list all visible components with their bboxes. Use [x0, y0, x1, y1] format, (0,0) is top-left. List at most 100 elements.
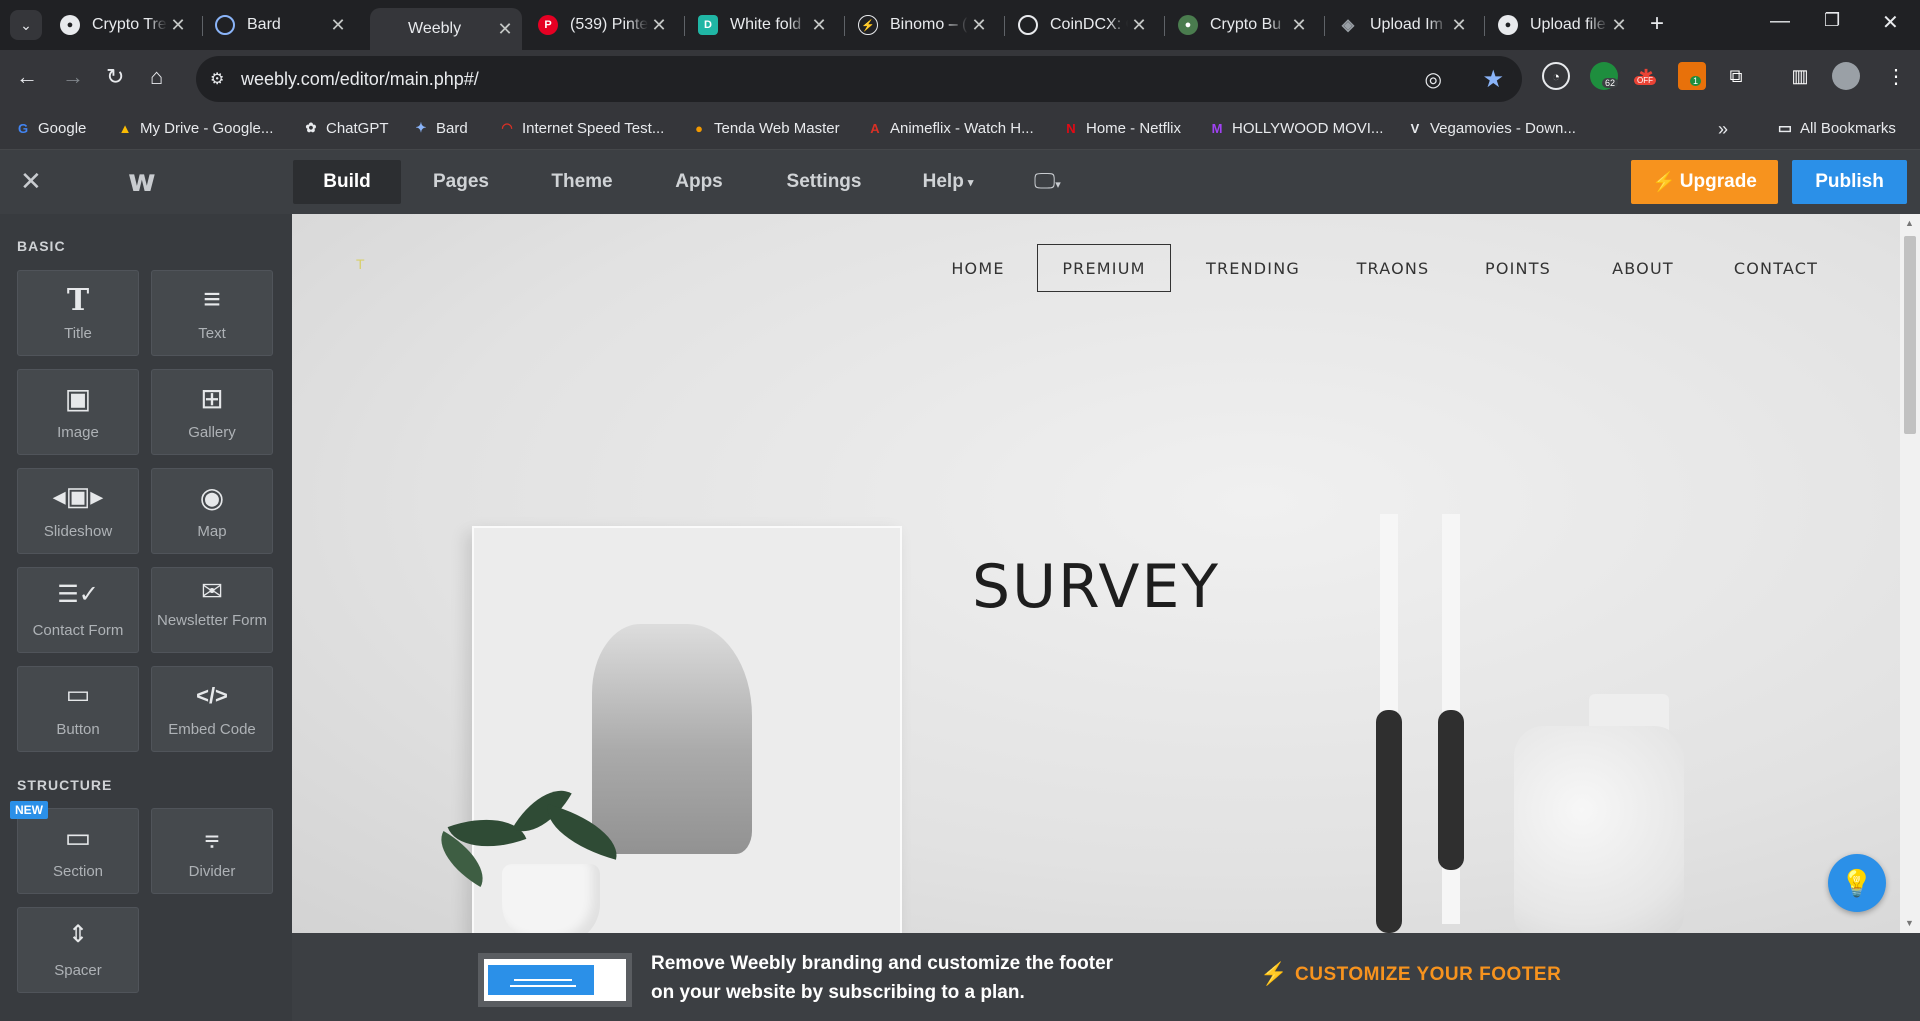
element-image[interactable]: ▣ Image: [17, 369, 139, 455]
divider-icon: ⩦: [204, 821, 220, 851]
site-nav-trending[interactable]: TRENDING: [1186, 244, 1320, 292]
element-gallery[interactable]: ⊞ Gallery: [151, 369, 273, 455]
canvas-scrollbar[interactable]: ▲ ▼: [1900, 214, 1920, 933]
element-title[interactable]: T Title: [17, 270, 139, 356]
element-newsletter-form[interactable]: ✉ Newsletter Form: [151, 567, 273, 653]
bookmark-star-icon[interactable]: ★: [1482, 65, 1504, 94]
tab-build[interactable]: Build: [293, 160, 401, 204]
bookmark-tenda[interactable]: ● Tenda Web Master: [690, 119, 840, 137]
site-nav-home[interactable]: HOME: [928, 244, 1028, 292]
vase: [1514, 726, 1684, 933]
close-icon[interactable]: ✕: [968, 15, 990, 36]
tab-coindcx[interactable]: CoinDCX: C ✕: [1008, 8, 1156, 42]
tab-theme[interactable]: Theme: [530, 160, 634, 204]
all-bookmarks[interactable]: ▭ All Bookmarks: [1776, 119, 1896, 138]
forward-button[interactable]: →: [62, 64, 84, 90]
bookmark-chatgpt[interactable]: ✿ ChatGPT: [302, 119, 389, 137]
tab-white-folder[interactable]: D White fold ✕: [688, 8, 836, 42]
close-editor-button[interactable]: ✕: [20, 166, 42, 197]
extension-icon[interactable]: 62: [1590, 62, 1619, 90]
element-contact-form[interactable]: ☰✓ Contact Form: [17, 567, 139, 653]
element-slideshow[interactable]: ◂▣▸ Slideshow: [17, 468, 139, 554]
gallery-icon: ⊞: [200, 383, 224, 414]
element-divider[interactable]: ⩦ Divider: [151, 808, 273, 894]
bookmark-netflix[interactable]: N Home - Netflix: [1062, 119, 1181, 137]
home-button[interactable]: ⌂: [150, 64, 163, 90]
close-icon[interactable]: ✕: [327, 15, 349, 36]
customize-footer-link[interactable]: CUSTOMIZE YOUR FOOTER: [1295, 964, 1561, 986]
close-icon[interactable]: ✕: [1128, 15, 1150, 36]
bookmark-vegamovies[interactable]: V Vegamovies - Down...: [1406, 119, 1576, 137]
puzzle-icon[interactable]: ⧉: [1722, 62, 1750, 90]
restore-button[interactable]: ❐: [1824, 10, 1840, 31]
url-text[interactable]: weebly.com/editor/main.php#/: [241, 69, 479, 90]
back-button[interactable]: ←: [16, 64, 38, 90]
tab-crypto-tre[interactable]: ● Crypto Tre ✕: [50, 8, 195, 42]
bookmark-animeflix[interactable]: A Animeflix - Watch H...: [866, 119, 1033, 137]
extension-icon[interactable]: 1: [1678, 62, 1706, 90]
tab-upload-file[interactable]: ● Upload file ✕: [1488, 8, 1636, 42]
upgrade-button[interactable]: ⚡ Upgrade: [1631, 160, 1778, 204]
element-button[interactable]: ▭ Button: [17, 666, 139, 752]
hero-title[interactable]: SURVEY: [292, 552, 1900, 622]
tips-button[interactable]: 💡: [1828, 854, 1886, 912]
element-text[interactable]: ≡ Text: [151, 270, 273, 356]
close-icon[interactable]: ✕: [494, 19, 516, 40]
home-icon: ⌂: [150, 64, 164, 89]
caret-down-icon: ▾: [1055, 179, 1061, 191]
site-nav-contact[interactable]: CONTACT: [1712, 244, 1840, 292]
site-info-icon[interactable]: ⚙: [210, 69, 224, 89]
site-nav-points[interactable]: POINTS: [1466, 244, 1570, 292]
menu-icon[interactable]: ⋮: [1882, 62, 1910, 90]
tab-binomo[interactable]: ⚡ Binomo – ( ✕: [848, 8, 996, 42]
tab-bard[interactable]: Bard ✕: [205, 8, 355, 42]
element-embed-code[interactable]: </> Embed Code: [151, 666, 273, 752]
tab-search-button[interactable]: ⌄: [10, 10, 42, 40]
tab-pinterest[interactable]: P (539) Pinte ✕: [528, 8, 676, 42]
close-window-button[interactable]: ✕: [1882, 10, 1899, 35]
element-map[interactable]: ◉ Map: [151, 468, 273, 554]
newsletter-icon: ✉: [201, 576, 223, 606]
device-preview-button[interactable]: 🖵▾: [1034, 168, 1061, 194]
bookmark-drive[interactable]: ▲ My Drive - Google...: [116, 119, 274, 137]
tab-weebly[interactable]: Weebly ✕: [370, 8, 522, 50]
speed-extension-icon[interactable]: ◔: [1542, 62, 1570, 90]
tab-settings[interactable]: Settings: [770, 160, 878, 204]
tab-help[interactable]: Help ▾: [908, 160, 988, 204]
tab-upload-im[interactable]: ◈ Upload Im ✕: [1328, 8, 1476, 42]
minimize-button[interactable]: —: [1770, 10, 1790, 33]
reload-button[interactable]: ↻: [106, 64, 124, 90]
site-nav-premium[interactable]: PREMIUM: [1037, 244, 1171, 292]
address-bar[interactable]: ⚙ weebly.com/editor/main.php#/ ◎ ★: [196, 56, 1522, 102]
side-panel-icon[interactable]: ▥: [1786, 62, 1814, 90]
scroll-up-icon[interactable]: ▲: [1905, 218, 1914, 228]
bookmark-speedtest[interactable]: ◠ Internet Speed Test...: [498, 119, 664, 137]
close-icon[interactable]: ✕: [167, 15, 189, 36]
element-label: Text: [198, 325, 226, 342]
site-logo[interactable]: T: [356, 256, 365, 272]
bookmark-bard[interactable]: ✦ Bard: [412, 119, 468, 137]
tab-pages[interactable]: Pages: [414, 160, 508, 204]
element-spacer[interactable]: ⇕ Spacer: [17, 907, 139, 993]
close-icon[interactable]: ✕: [808, 15, 830, 36]
close-icon[interactable]: ✕: [648, 15, 670, 36]
site-nav-about[interactable]: ABOUT: [1598, 244, 1688, 292]
bookmark-google[interactable]: G Google: [14, 119, 86, 137]
more-bookmarks-button[interactable]: »: [1718, 119, 1728, 140]
eye-off-icon[interactable]: ◎: [1425, 67, 1442, 92]
bookmark-hollywood[interactable]: M HOLLYWOOD MOVI...: [1208, 119, 1384, 137]
new-tab-button[interactable]: +: [1650, 10, 1664, 38]
site-nav-traons[interactable]: TRAONS: [1338, 244, 1448, 292]
close-icon[interactable]: ✕: [1288, 15, 1310, 36]
scroll-down-icon[interactable]: ▼: [1905, 918, 1914, 928]
adblock-extension-icon[interactable]: ✱ OFF: [1632, 62, 1660, 90]
close-icon[interactable]: ✕: [1448, 15, 1470, 36]
element-section[interactable]: ▭ Section: [17, 808, 139, 894]
avatar[interactable]: [1832, 62, 1860, 90]
tab-apps[interactable]: Apps: [658, 160, 740, 204]
publish-button[interactable]: Publish: [1792, 160, 1907, 204]
bookmark-label: Bard: [436, 119, 468, 137]
tab-crypto-bu[interactable]: ● Crypto Bu ✕: [1168, 8, 1316, 42]
scrollbar-thumb[interactable]: [1904, 236, 1916, 434]
close-icon[interactable]: ✕: [1608, 15, 1630, 36]
